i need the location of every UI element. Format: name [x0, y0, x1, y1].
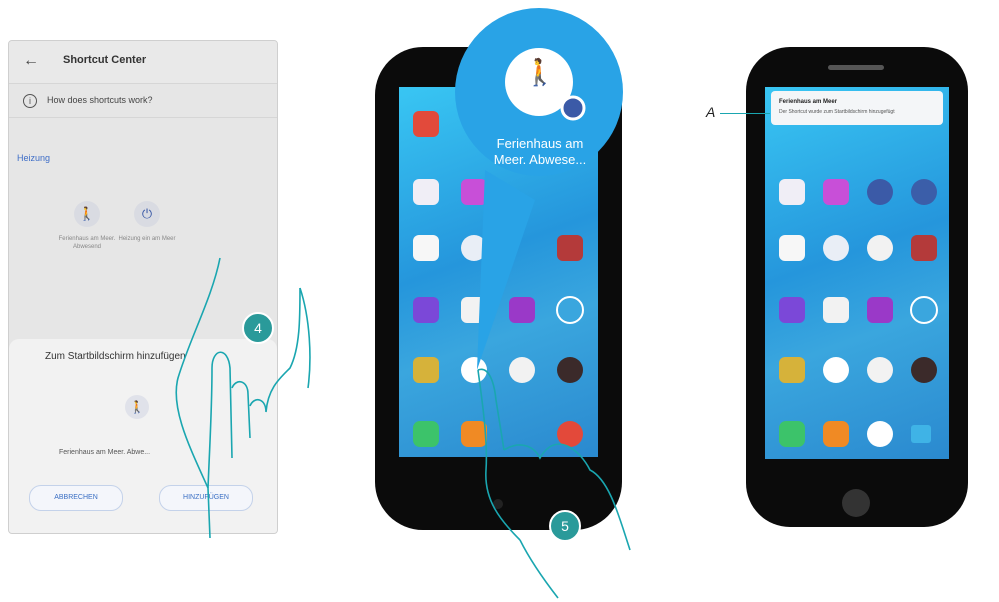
power-icon: ⏻	[134, 201, 160, 227]
zoom-shortcut-label: Ferienhaus am Meer. Abwese...	[493, 136, 587, 167]
page-title: Shortcut Center	[63, 54, 147, 66]
callout-line	[720, 113, 770, 114]
walking-person-icon: 🚶	[523, 57, 557, 87]
notification-text: Der Shortcut wurde zum Startbildschirm h…	[779, 109, 895, 115]
home-button[interactable]	[842, 489, 870, 517]
notification-title: Ferienhaus am Meer	[779, 99, 838, 105]
phone-right: Ferienhaus am Meer Der Shortcut wurde zu…	[746, 47, 968, 527]
app-header: ← Shortcut Center	[9, 41, 277, 84]
section-title: Heizung	[17, 153, 51, 163]
step-5-badge: 5	[549, 510, 581, 542]
info-icon: i	[23, 94, 37, 108]
tapping-hand-illustration	[477, 368, 631, 599]
shortcut-label: Ferienhaus am Meer. Abwesend	[58, 236, 116, 250]
shortcut-tile[interactable]: ⏻ Heizung ein am Meer	[117, 201, 177, 243]
shortcut-tile[interactable]: 🚶 Ferienhaus am Meer. Abwesend	[57, 201, 117, 251]
app-icon-grid	[779, 179, 938, 447]
cancel-button[interactable]: ABBRECHEN	[29, 485, 123, 511]
home-screen: Ferienhaus am Meer Der Shortcut wurde zu…	[765, 87, 949, 459]
callout-label: A	[706, 104, 716, 120]
pointing-hand-illustration	[175, 257, 311, 538]
info-row[interactable]: i How does shortcuts work?	[9, 87, 277, 118]
info-text: How does shortcuts work?	[47, 95, 153, 105]
arrow-left-icon[interactable]: ←	[23, 52, 39, 70]
shortcut-name: Ferienhaus am Meer. Abwe...	[59, 449, 151, 456]
notification-banner[interactable]: Ferienhaus am Meer Der Shortcut wurde zu…	[771, 91, 943, 125]
walking-person-icon: 🚶	[125, 395, 149, 419]
speaker-slot	[828, 65, 884, 70]
step-4-badge: 4	[242, 312, 274, 344]
walking-person-icon: 🚶	[74, 201, 100, 227]
